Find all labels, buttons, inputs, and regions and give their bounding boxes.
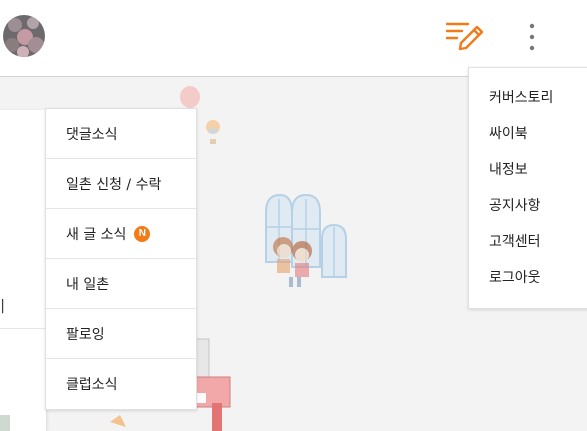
more-options-button[interactable] [520, 20, 544, 54]
avatar-image [3, 15, 45, 57]
menu-item-club-news[interactable]: 클럽소식 [46, 359, 196, 408]
menu-item-label: 새 글 소식 [66, 226, 127, 243]
menu-item-following[interactable]: 팔로잉 [46, 309, 196, 359]
menu-item-my-info[interactable]: 내정보 [469, 152, 587, 188]
new-badge: N [134, 225, 151, 242]
menu-item-logout[interactable]: 로그아웃 [469, 260, 587, 296]
hot-air-balloon-icon [206, 120, 220, 144]
menu-item-comment-news[interactable]: 댓글소식 [46, 109, 196, 159]
write-pencil-icon [445, 22, 484, 51]
panel-image-fragment [0, 415, 10, 431]
panel-text-fragment: | [0, 298, 5, 314]
menu-item-label: 댓글소식 [66, 126, 118, 143]
menu-item-cover-story[interactable]: 커버스토리 [469, 80, 587, 116]
vertical-more-icon [529, 23, 535, 51]
header-bar [0, 0, 587, 77]
panel-divider [0, 328, 46, 329]
menu-item-label: 클럽소식 [66, 376, 118, 393]
menu-item-my-ilchon[interactable]: 내 일촌 [46, 259, 196, 309]
menu-item-ilchon-request[interactable]: 일촌 신청 / 수락 [46, 159, 196, 209]
menu-item-cyworld-book[interactable]: 싸이북 [469, 116, 587, 152]
menu-item-customer-center[interactable]: 고객센터 [469, 224, 587, 260]
more-options-dropdown: 커버스토리 싸이북 내정보 공지사항 고객센터 로그아웃 [468, 67, 587, 309]
menu-item-notice[interactable]: 공지사항 [469, 188, 587, 224]
write-post-button[interactable] [444, 19, 486, 53]
notification-dropdown: 댓글소식 일촌 신청 / 수락 새 글 소식 N 내 일촌 팔로잉 클럽소식 [45, 108, 197, 410]
left-side-panel: | [0, 110, 47, 431]
menu-item-label: 일촌 신청 / 수락 [66, 176, 162, 193]
profile-avatar[interactable] [3, 15, 45, 57]
menu-item-new-post-news[interactable]: 새 글 소식 N [46, 209, 196, 259]
menu-item-label: 팔로잉 [66, 326, 105, 343]
menu-item-label: 내 일촌 [66, 276, 110, 293]
